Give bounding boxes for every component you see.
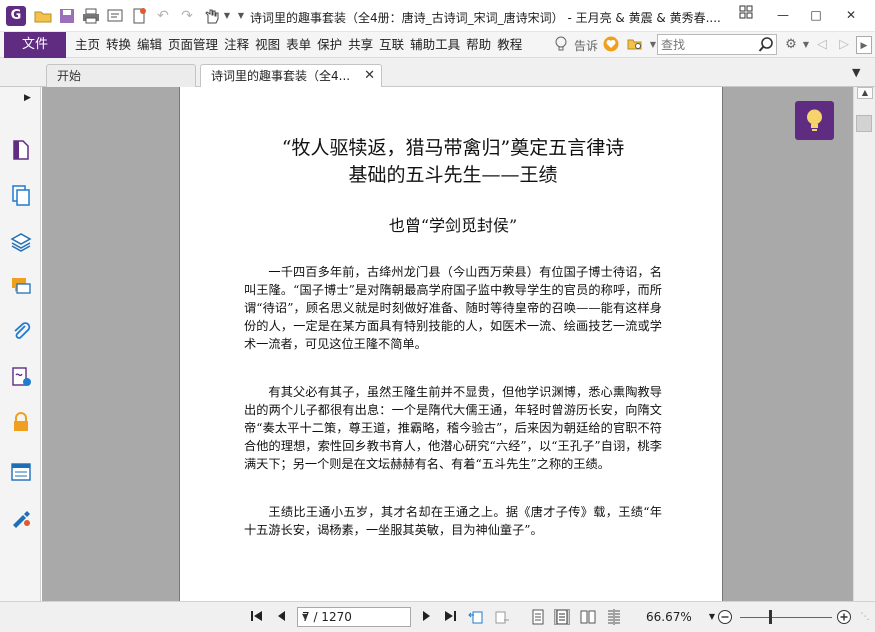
- menu-help[interactable]: 帮助: [463, 32, 494, 58]
- menu-accessibility[interactable]: 辅助工具: [407, 32, 463, 58]
- menu-organize[interactable]: 页面管理: [165, 32, 221, 58]
- search-icon[interactable]: [758, 36, 774, 53]
- signature-icon[interactable]: [10, 366, 32, 388]
- expand-panel-icon[interactable]: ▶: [24, 93, 31, 103]
- menu-edit[interactable]: 编辑: [134, 32, 165, 58]
- new-document-icon[interactable]: [130, 7, 148, 25]
- back-arrow-icon[interactable]: ◁: [813, 36, 831, 54]
- lightbulb-icon[interactable]: [552, 36, 570, 54]
- form-fields-icon[interactable]: [10, 461, 32, 483]
- navigation-panel: ▶: [0, 87, 41, 632]
- smart-tip-lightbulb-icon[interactable]: [795, 101, 834, 140]
- save-icon[interactable]: [58, 7, 76, 25]
- document-viewport[interactable]: “牧人驱犊返，猎马带禽归”奠定五言律诗 基础的五斗先生——王绩 也曾“学剑觅封侯…: [42, 87, 853, 601]
- menu-connect[interactable]: 互联: [376, 32, 407, 58]
- paragraph-3: 王绩比王通小五岁，其才名却在王通之上。据《唐才子传》载，王绩“年十五游长安，谒杨…: [244, 505, 662, 537]
- menu-form[interactable]: 表单: [283, 32, 314, 58]
- tab-close-icon[interactable]: ✕: [364, 65, 375, 87]
- zoom-out-icon[interactable]: [717, 609, 733, 625]
- single-page-view-icon[interactable]: [530, 609, 546, 625]
- window-title: 诗词里的趣事套装（全4册：唐诗_古诗词_宋词_唐诗宋词） - 王月亮 & 黄震 …: [250, 11, 721, 25]
- ribbon-menu-bar: 文件 主页 转换 编辑 页面管理 注释 视图 表单 保护 共享 互联 辅助工具 …: [0, 32, 875, 58]
- previous-page-icon[interactable]: [274, 609, 290, 625]
- restore-layout-icon[interactable]: [733, 4, 759, 26]
- zoom-in-icon[interactable]: [836, 609, 852, 625]
- pdf-page: “牧人驱犊返，猎马带禽归”奠定五言律诗 基础的五斗先生——王绩 也曾“学剑觅封侯…: [179, 87, 723, 601]
- vertical-scrollbar[interactable]: ▲: [853, 87, 875, 601]
- close-button[interactable]: ✕: [838, 4, 864, 26]
- attachments-icon[interactable]: [10, 320, 32, 342]
- menu-tutorial[interactable]: 教程: [494, 32, 525, 58]
- facing-pages-view-icon[interactable]: [580, 609, 596, 625]
- page-dropdown-icon[interactable]: ▼: [302, 612, 407, 621]
- next-page-icon[interactable]: [418, 609, 434, 625]
- section-subtitle: 也曾“学剑觅封侯”: [388, 216, 518, 235]
- menu-view[interactable]: 视图: [252, 32, 283, 58]
- forward-arrow-icon[interactable]: ▷: [835, 36, 853, 54]
- menu-share[interactable]: 共享: [345, 32, 376, 58]
- menu-home[interactable]: 主页: [72, 32, 103, 58]
- ribbon-scroll-right-icon[interactable]: ▶: [856, 36, 872, 54]
- first-page-icon[interactable]: [249, 609, 265, 625]
- chapter-title-line-1: “牧人驱犊返，猎马带禽归”奠定五言律诗: [281, 137, 625, 159]
- previous-view-icon[interactable]: [468, 609, 484, 625]
- chapter-title-line-2: 基础的五斗先生——王绩: [348, 164, 558, 186]
- tab-document[interactable]: 诗词里的趣事套装（全4... ✕: [200, 64, 382, 88]
- security-lock-icon[interactable]: [10, 411, 32, 433]
- continuous-facing-view-icon[interactable]: [606, 609, 622, 625]
- document-tab-bar: 开始 诗词里的趣事套装（全4... ✕ ▼: [0, 58, 875, 88]
- page-thumbnail-icon[interactable]: [10, 139, 32, 161]
- scroll-up-arrow-icon[interactable]: ▲: [857, 87, 873, 99]
- menu-protect[interactable]: 保护: [314, 32, 345, 58]
- scrollbar-thumb[interactable]: [856, 115, 872, 132]
- next-view-icon[interactable]: [494, 609, 510, 625]
- search-box[interactable]: [657, 34, 777, 55]
- page-number-field[interactable]: 7 / 1270 ▼: [297, 607, 411, 627]
- menu-items: 主页 转换 编辑 页面管理 注释 视图 表单 保护 共享 互联 辅助工具 帮助 …: [72, 32, 525, 58]
- maximize-button[interactable]: □: [803, 4, 829, 26]
- search-input[interactable]: [661, 36, 757, 53]
- paragraph-1: 一千四百多年前，古绛州龙门县（今山西万荣县）有位国子博士待诏，名叫王隆。“国子博…: [244, 265, 662, 351]
- app-logo-icon[interactable]: G: [6, 6, 26, 26]
- zoom-level[interactable]: 66.67%: [646, 610, 692, 624]
- file-menu-button[interactable]: 文件: [4, 32, 66, 58]
- undo-icon[interactable]: ↶: [154, 7, 172, 25]
- last-page-icon[interactable]: [442, 609, 458, 625]
- continuous-page-view-icon[interactable]: [554, 609, 570, 625]
- page-content: “牧人驱犊返，猎马带禽归”奠定五言律诗 基础的五斗先生——王绩 也曾“学剑觅封侯…: [244, 135, 662, 539]
- layers-icon[interactable]: [10, 230, 32, 252]
- print-icon[interactable]: [82, 7, 100, 25]
- heart-icon[interactable]: [602, 36, 620, 54]
- paragraph-2: 有其父必有其子，虽然王隆生前并不显贵，但他学识渊博，悉心熏陶教导出的两个儿子都很…: [244, 385, 662, 471]
- menu-convert[interactable]: 转换: [103, 32, 134, 58]
- minimize-button[interactable]: —: [770, 4, 796, 26]
- screen-mode-icon[interactable]: [106, 7, 124, 25]
- menu-comment[interactable]: 注释: [221, 32, 252, 58]
- redo-icon[interactable]: ↷: [178, 7, 196, 25]
- tab-list-dropdown-icon[interactable]: ▼: [852, 66, 860, 79]
- customize-toolbar-icon[interactable]: ▼: [232, 7, 250, 25]
- open-folder-icon[interactable]: [34, 7, 52, 25]
- pages-icon[interactable]: [10, 184, 32, 206]
- status-bar: 7 / 1270 ▼ 66.67% ▼ ⋱: [0, 601, 875, 632]
- fill-sign-icon[interactable]: [10, 506, 32, 528]
- resize-grip-icon: ⋱: [860, 612, 870, 622]
- tab-start-label: 开始: [57, 69, 82, 83]
- tell-me-label[interactable]: 告诉: [574, 37, 598, 54]
- zoom-slider-thumb[interactable]: [769, 610, 772, 624]
- zoom-slider-track[interactable]: [740, 617, 832, 618]
- comments-icon[interactable]: [10, 275, 32, 297]
- find-folder-icon[interactable]: [626, 36, 644, 54]
- tab-document-label: 诗词里的趣事套装（全4...: [211, 69, 351, 83]
- tab-start[interactable]: 开始: [46, 64, 196, 88]
- title-bar: G ↶ ↷ ▼ ▼ 诗词里的趣事套装（全4册：唐诗_古诗词_宋词_唐诗宋词） -…: [0, 0, 875, 32]
